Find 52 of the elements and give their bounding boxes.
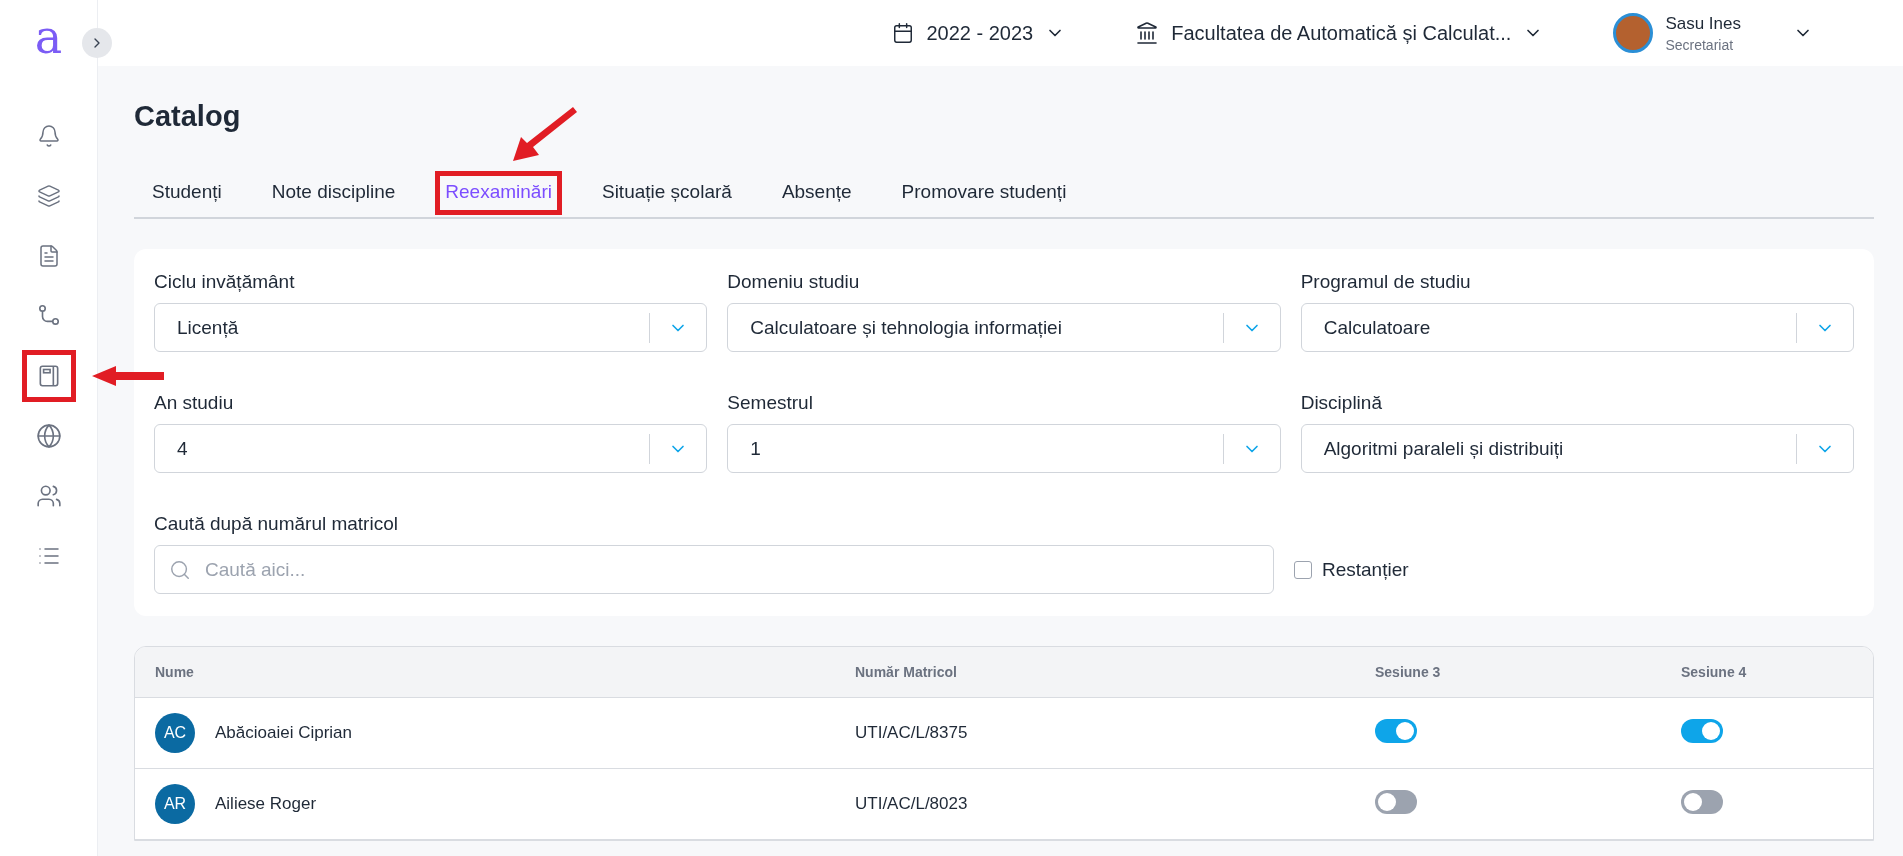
tab[interactable]: Situație școlară [601,173,732,217]
building-icon [1135,21,1160,45]
user-role: Secretariat [1665,36,1735,53]
faculty-selector[interactable]: Facultatea de Automatică și Calculat... [1135,21,1544,45]
toggle-switch[interactable] [1375,719,1417,743]
matricol-number: UTI/AC/L/8023 [855,794,969,814]
field-label: An studiu [154,392,235,414]
initials-avatar: AC [155,713,195,753]
dropdown-select[interactable]: 1 [727,424,1281,473]
dropdown-select[interactable]: Algoritmi paraleli și distribuiți [1300,424,1854,473]
layers-icon [36,184,61,208]
bell-icon [36,124,61,148]
annotation-arrow [513,105,578,161]
app-logo: a [34,14,63,66]
toggle-switch[interactable] [1681,719,1723,743]
toggle-switch[interactable] [1681,790,1723,814]
search-field[interactable]: Caută aici... [154,545,1274,594]
search-icon [169,558,191,581]
toggle-switch[interactable] [1375,790,1417,814]
student-name: Abăcioaiei Ciprian [215,723,353,743]
users-icon [35,483,62,509]
user-avatar [1613,13,1654,53]
initials-avatar: AR [155,784,195,824]
column-header: Nume [155,664,195,680]
user-name: Sasu Ines [1665,13,1741,34]
field-label: Caută după numărul matricol [154,513,399,535]
page-title: Catalog [134,100,242,133]
dropdown-select[interactable]: Calculatoare [1300,303,1854,352]
dropdown-select[interactable]: Calculatoare și tehnologia informației [727,303,1281,352]
checkbox[interactable] [1294,560,1312,579]
column-header: Sesiune 3 [1375,664,1442,680]
field-label: Ciclu invățământ [154,271,296,293]
calendar-icon [892,22,915,44]
dropdown-select[interactable]: 4 [154,424,708,473]
column-header: Număr Matricol [855,664,958,680]
tab[interactable]: Reexaminări [445,173,552,217]
expand-sidebar-button[interactable] [82,28,112,58]
field-label: Programul de studiu [1300,271,1472,293]
field-label: Disciplină [1300,392,1383,414]
tab[interactable]: Note discipline [271,173,396,217]
matricol-number: UTI/AC/L/8375 [855,723,969,743]
field-label: Semestrul [727,392,814,414]
tab[interactable]: Absențe [781,173,852,217]
checkbox-label: Restanțier [1322,558,1409,581]
column-header: Sesiune 4 [1681,664,1748,680]
dropdown-select[interactable]: Licență [154,303,708,352]
tab[interactable]: Promovare studenți [901,173,1067,217]
year-selector[interactable]: 2022 - 2023 [892,21,1066,45]
tab[interactable]: Studenți [152,173,222,217]
globe-icon [35,423,62,449]
student-name: Ailiese Roger [215,794,317,814]
field-label: Domeniu studiu [727,271,861,293]
